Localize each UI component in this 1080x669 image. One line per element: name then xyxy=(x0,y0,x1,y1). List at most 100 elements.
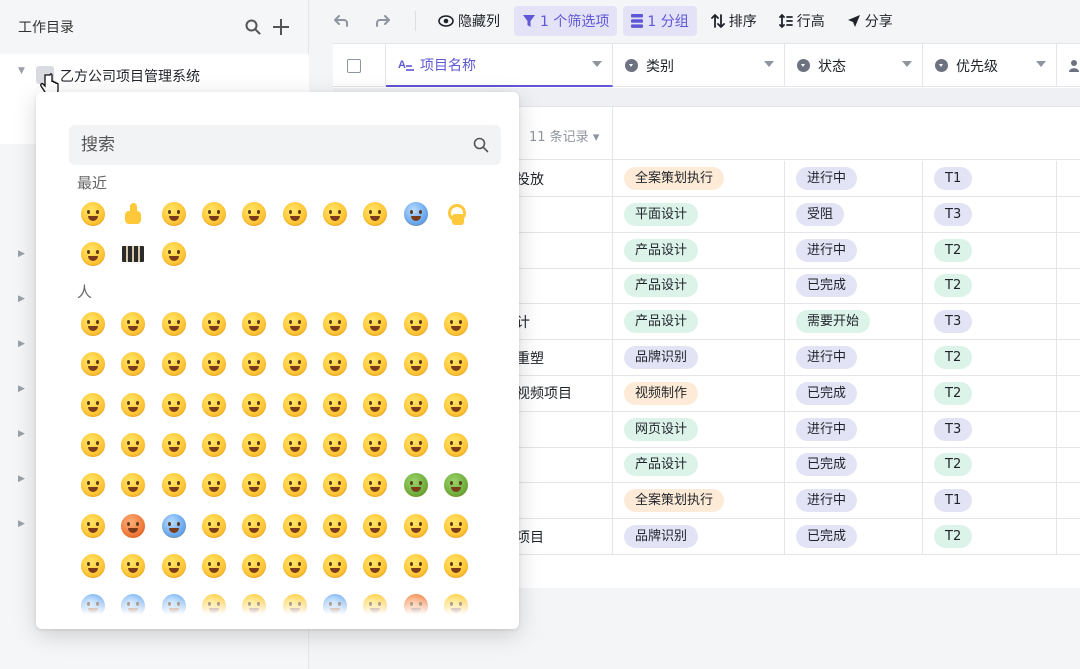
cell-category[interactable]: 产品设计 xyxy=(613,268,785,304)
tears-of-joy-icon[interactable] xyxy=(355,304,395,344)
dropdown-arrow-icon[interactable] xyxy=(592,61,602,67)
thinking-face-icon[interactable] xyxy=(436,385,476,425)
filter-button[interactable]: 1 个筛选项 xyxy=(514,6,618,36)
grimacing-face-icon[interactable] xyxy=(395,425,435,465)
grinning-sweat-icon[interactable] xyxy=(315,194,355,234)
cell-more[interactable] xyxy=(1057,519,1080,554)
cell-category[interactable]: 品牌识别 xyxy=(613,340,785,375)
smirking-face-icon[interactable] xyxy=(274,425,314,465)
relieved-face-icon[interactable] xyxy=(73,465,113,505)
astonished-face-icon[interactable] xyxy=(315,546,355,586)
cell-more[interactable] xyxy=(1057,304,1080,339)
cell-status[interactable]: 进行中 xyxy=(785,161,923,196)
cell-category[interactable]: 产品设计 xyxy=(613,447,785,483)
thumbs-up-icon[interactable] xyxy=(113,194,153,234)
winking-face-tongue-icon[interactable] xyxy=(154,194,194,234)
exploding-head-icon[interactable] xyxy=(274,505,314,545)
heart-eyes-icon[interactable] xyxy=(234,344,274,384)
tears-of-joy-icon[interactable] xyxy=(355,194,395,234)
cold-face-icon[interactable] xyxy=(154,505,194,545)
cowboy-face-icon[interactable] xyxy=(315,505,355,545)
nauseated-face-icon[interactable] xyxy=(395,465,435,505)
pensive-face-icon[interactable] xyxy=(113,465,153,505)
cell-status[interactable]: 进行中 xyxy=(785,340,923,375)
sort-button[interactable]: 排序 xyxy=(703,6,765,36)
slightly-smiling-icon[interactable] xyxy=(395,304,435,344)
dropdown-arrow-icon[interactable] xyxy=(1036,61,1046,67)
sleeping-face-icon[interactable] xyxy=(234,465,274,505)
smiling-eyes-icon[interactable] xyxy=(113,344,153,384)
kissing-face-icon[interactable] xyxy=(315,344,355,384)
caret-right-icon[interactable]: ▶ xyxy=(18,249,28,259)
cell-priority[interactable]: T2 xyxy=(923,519,1057,554)
caret-right-icon[interactable]: ▶ xyxy=(18,429,28,439)
ok-hand-icon[interactable] xyxy=(436,194,476,234)
rolling-eyes-icon[interactable] xyxy=(355,425,395,465)
sunglasses-face-icon[interactable] xyxy=(395,505,435,545)
woozy-face-icon[interactable] xyxy=(194,505,234,545)
caret-right-icon[interactable]: ▶ xyxy=(18,474,28,484)
beaming-face-icon[interactable] xyxy=(194,304,234,344)
cell-more[interactable] xyxy=(1057,233,1080,268)
cell-category[interactable]: 全案策划执行 xyxy=(613,483,785,519)
cell-category[interactable]: 网页设计 xyxy=(613,411,785,447)
grinning-smiling-eyes-icon[interactable] xyxy=(154,304,194,344)
beaming-face-icon[interactable] xyxy=(73,234,113,274)
no-mouth-icon[interactable] xyxy=(234,425,274,465)
cell-priority[interactable]: T1 xyxy=(923,483,1057,519)
cell-priority[interactable]: T2 xyxy=(923,375,1057,411)
plus-icon[interactable] xyxy=(272,18,290,36)
hearts-face-icon[interactable] xyxy=(194,344,234,384)
cell-priority[interactable]: T1 xyxy=(923,161,1057,196)
cell-category[interactable]: 视频制作 xyxy=(613,375,785,411)
grinning-big-eyes-icon[interactable] xyxy=(113,304,153,344)
upside-down-icon[interactable] xyxy=(436,304,476,344)
cell-category[interactable]: 全案策划执行 xyxy=(613,161,785,196)
cell-status[interactable]: 已完成 xyxy=(785,519,923,554)
dizzy-face-icon[interactable] xyxy=(234,505,274,545)
column-header-status[interactable]: 状态 xyxy=(785,44,923,87)
winking-tongue-icon[interactable] xyxy=(154,385,194,425)
caret-right-icon[interactable]: ▶ xyxy=(18,339,28,349)
cell-more[interactable] xyxy=(1057,447,1080,482)
column-header-more[interactable] xyxy=(1057,44,1080,87)
heart-eyes-icon[interactable] xyxy=(194,194,234,234)
undo-button[interactable] xyxy=(325,6,361,36)
dropdown-arrow-icon[interactable] xyxy=(764,61,774,67)
cell-status[interactable]: 已完成 xyxy=(785,375,923,411)
grinning-face-icon[interactable] xyxy=(73,304,113,344)
raised-eyebrow-icon[interactable] xyxy=(113,425,153,465)
cell-category[interactable]: 平面设计 xyxy=(613,196,785,232)
confused-face-icon[interactable] xyxy=(113,546,153,586)
rolling-laughing-icon[interactable] xyxy=(315,304,355,344)
cell-priority[interactable]: T2 xyxy=(923,447,1057,483)
emoji-search-input[interactable] xyxy=(81,135,473,155)
grinning-face-icon[interactable] xyxy=(73,194,113,234)
partying-face-icon[interactable] xyxy=(355,505,395,545)
select-all-column[interactable] xyxy=(333,44,386,87)
share-button[interactable]: 分享 xyxy=(839,6,901,36)
chequered-flag-icon[interactable] xyxy=(113,234,153,274)
cell-more[interactable] xyxy=(1057,161,1080,196)
caret-right-icon[interactable]: ▶ xyxy=(18,294,28,304)
column-header-category[interactable]: 类别 xyxy=(613,44,785,87)
zany-face-icon[interactable] xyxy=(194,385,234,425)
winking-face-icon[interactable] xyxy=(73,344,113,384)
dropdown-arrow-icon[interactable] xyxy=(902,61,912,67)
column-header-name[interactable]: A 项目名称 xyxy=(386,44,613,87)
monocle-face-icon[interactable] xyxy=(73,546,113,586)
unamused-face-icon[interactable] xyxy=(315,425,355,465)
emoji-search-box[interactable] xyxy=(69,125,501,165)
squinting-laugh-icon[interactable] xyxy=(234,304,274,344)
squinting-laugh-icon[interactable] xyxy=(234,194,274,234)
cell-status[interactable]: 受阻 xyxy=(785,196,923,232)
star-struck-icon[interactable] xyxy=(274,344,314,384)
mask-face-icon[interactable] xyxy=(274,465,314,505)
kissing-closed-icon[interactable] xyxy=(355,344,395,384)
shushing-face-icon[interactable] xyxy=(395,385,435,425)
flushed-face-icon[interactable] xyxy=(355,546,395,586)
cell-status[interactable]: 已完成 xyxy=(785,447,923,483)
caret-right-icon[interactable]: ▶ xyxy=(18,384,28,394)
hot-face-icon[interactable] xyxy=(113,505,153,545)
vomiting-face-icon[interactable] xyxy=(436,465,476,505)
